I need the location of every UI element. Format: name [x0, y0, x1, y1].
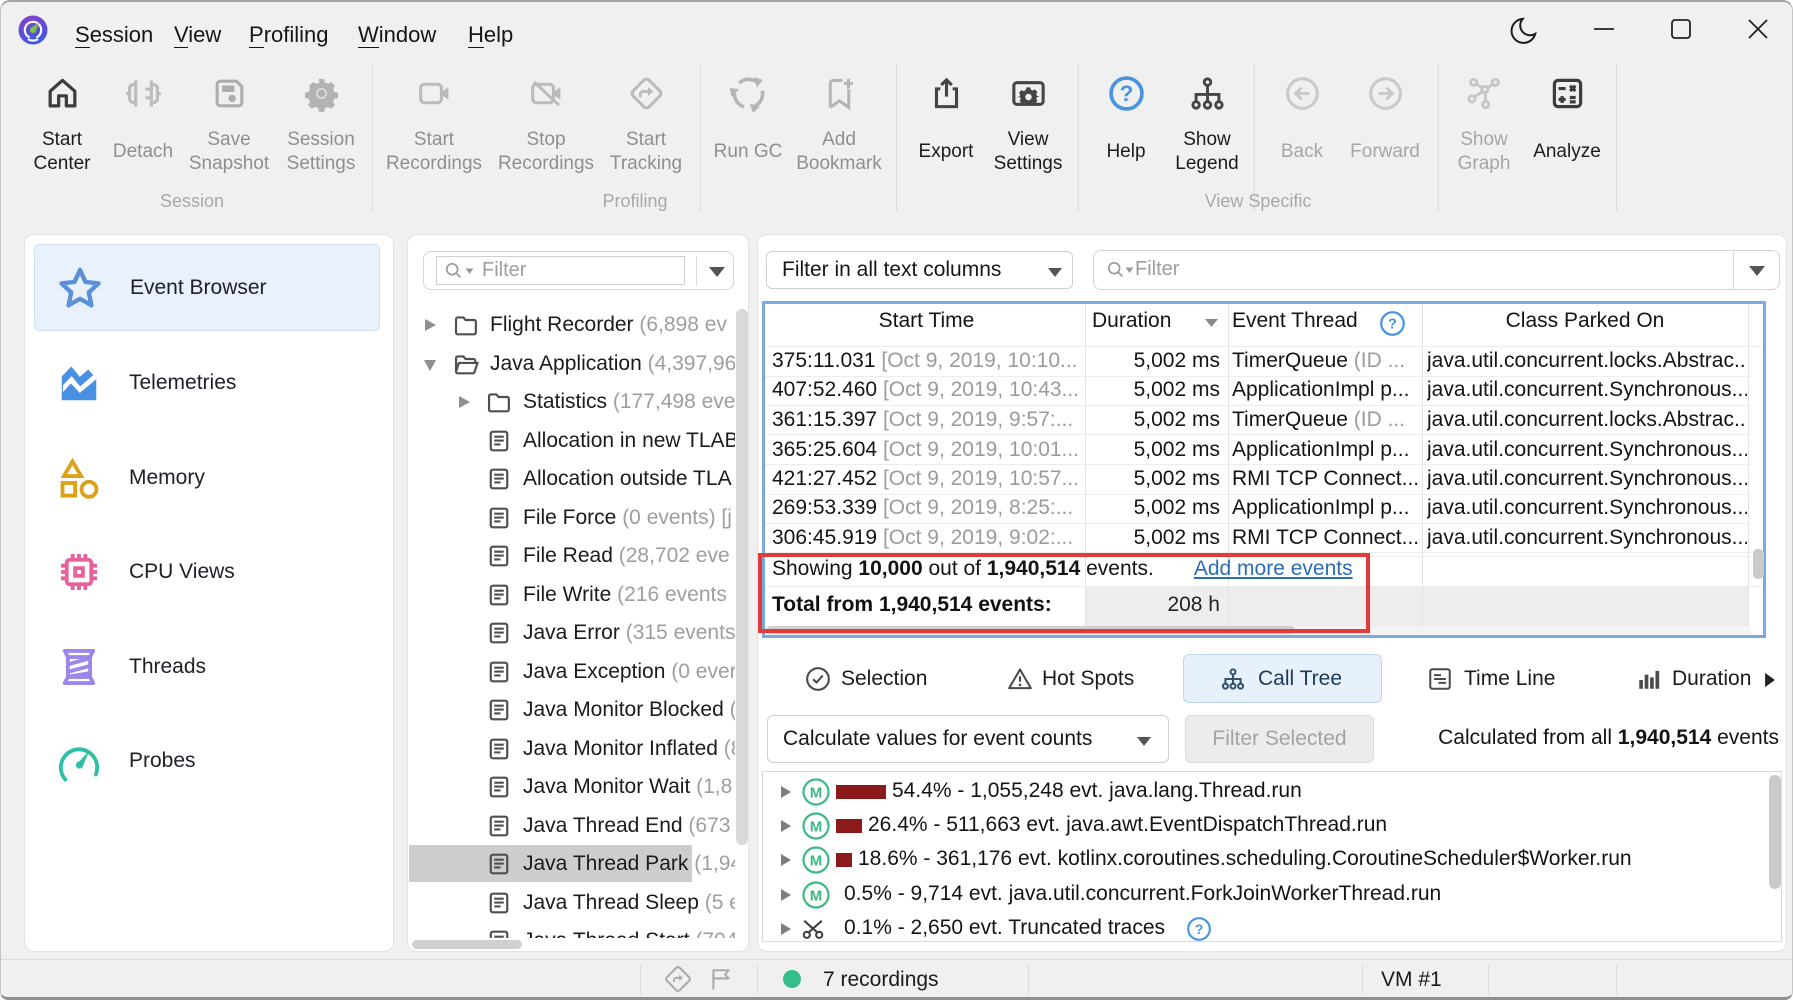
svg-text:M: M: [810, 784, 823, 801]
svg-text:?: ?: [1195, 921, 1204, 937]
svg-text:M: M: [810, 887, 823, 904]
svg-text:?: ?: [1388, 317, 1397, 333]
svg-text:M: M: [810, 818, 823, 835]
svg-text:?: ?: [1120, 81, 1134, 106]
svg-text:M: M: [810, 852, 823, 869]
